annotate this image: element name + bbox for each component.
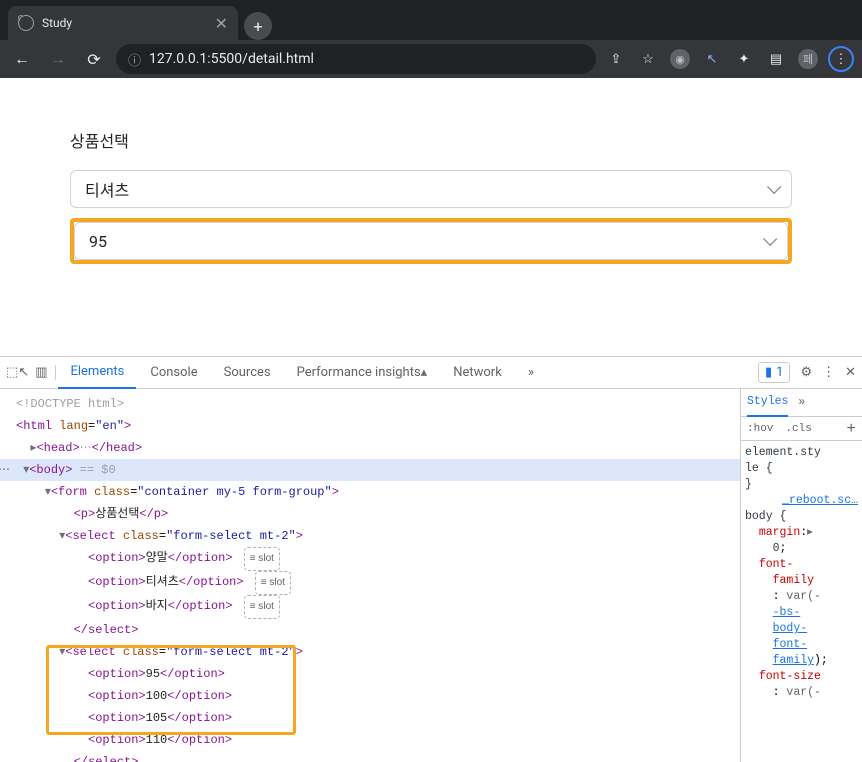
camera-ext-icon[interactable]: ◉ [668, 47, 692, 71]
devtools-tabbar: ⬚↖ ▥ Elements Console Sources Performanc… [0, 357, 862, 389]
tab-network[interactable]: Network [441, 357, 514, 389]
styles-overflow[interactable]: » [798, 396, 805, 409]
page-content: 상품선택 티셔츠 95 [0, 78, 862, 356]
reload-button[interactable]: ⟳ [80, 45, 108, 73]
address-bar[interactable]: ⓘ 127.0.0.1:5500/detail.html [116, 44, 596, 74]
close-devtools-icon[interactable]: ✕ [845, 365, 856, 380]
select-value: 티셔츠 [85, 177, 129, 201]
tab-close-icon[interactable]: ✕ [215, 14, 228, 33]
add-rule-icon[interactable]: + [840, 420, 862, 438]
tab-performance[interactable]: Performance insights ▴ [285, 357, 440, 389]
form-label: 상품선택 [70, 128, 792, 152]
forward-button[interactable]: → [44, 45, 72, 73]
url-text: 127.0.0.1:5500/detail.html [149, 51, 584, 67]
devtools-panel: ⬚↖ ▥ Elements Console Sources Performanc… [0, 356, 862, 762]
settings-icon[interactable]: ⚙ [800, 365, 812, 380]
product-select[interactable]: 티셔츠 [70, 170, 792, 208]
chevron-down-icon [763, 232, 777, 246]
chevron-down-icon [767, 180, 781, 194]
back-button[interactable]: ← [8, 45, 36, 73]
tab-sources[interactable]: Sources [212, 357, 283, 389]
more-icon[interactable]: ⋮ [822, 365, 835, 380]
bookmark-icon[interactable]: ☆ [636, 47, 660, 71]
dom-tree[interactable]: <!DOCTYPE html> <html lang="en"> ▸<head>… [0, 389, 740, 762]
new-tab-button[interactable]: + [244, 12, 272, 40]
cls-toggle[interactable]: .cls [779, 423, 817, 435]
globe-icon [18, 15, 34, 31]
device-icon[interactable]: ▥ [35, 365, 47, 380]
issues-badge[interactable]: ▮ 1 [758, 362, 790, 383]
profile-icon[interactable]: 페 [796, 47, 820, 71]
styles-rules[interactable]: element.sty le { } _reboot.sc… body { ma… [741, 441, 862, 705]
styles-tab[interactable]: Styles [747, 389, 788, 417]
extensions-icon[interactable]: ✦ [732, 47, 756, 71]
inspect-icon[interactable]: ⬚↖ [6, 365, 29, 380]
browser-tab[interactable]: Study ✕ [8, 6, 238, 40]
tab-elements[interactable]: Elements [58, 357, 136, 389]
tab-title: Study [42, 16, 207, 30]
kebab-menu-icon[interactable]: ⋮ [828, 46, 854, 72]
select-value: 95 [89, 232, 107, 251]
styles-panel: Styles » :hov .cls + element.sty le { } … [740, 389, 862, 762]
highlighted-select-wrap: 95 [70, 218, 792, 264]
hov-toggle[interactable]: :hov [741, 423, 779, 435]
browser-tabstrip: Study ✕ + [0, 4, 862, 40]
share-icon[interactable]: ⇪ [604, 47, 628, 71]
info-icon: ⓘ [128, 50, 141, 69]
reader-icon[interactable]: ▤ [764, 47, 788, 71]
cursor-ext-icon[interactable]: ↖ [700, 47, 724, 71]
size-select[interactable]: 95 [74, 222, 788, 260]
browser-toolbar: ← → ⟳ ⓘ 127.0.0.1:5500/detail.html ⇪ ☆ ◉… [0, 40, 862, 78]
tab-console[interactable]: Console [138, 357, 209, 389]
tab-overflow[interactable]: » [516, 357, 546, 389]
